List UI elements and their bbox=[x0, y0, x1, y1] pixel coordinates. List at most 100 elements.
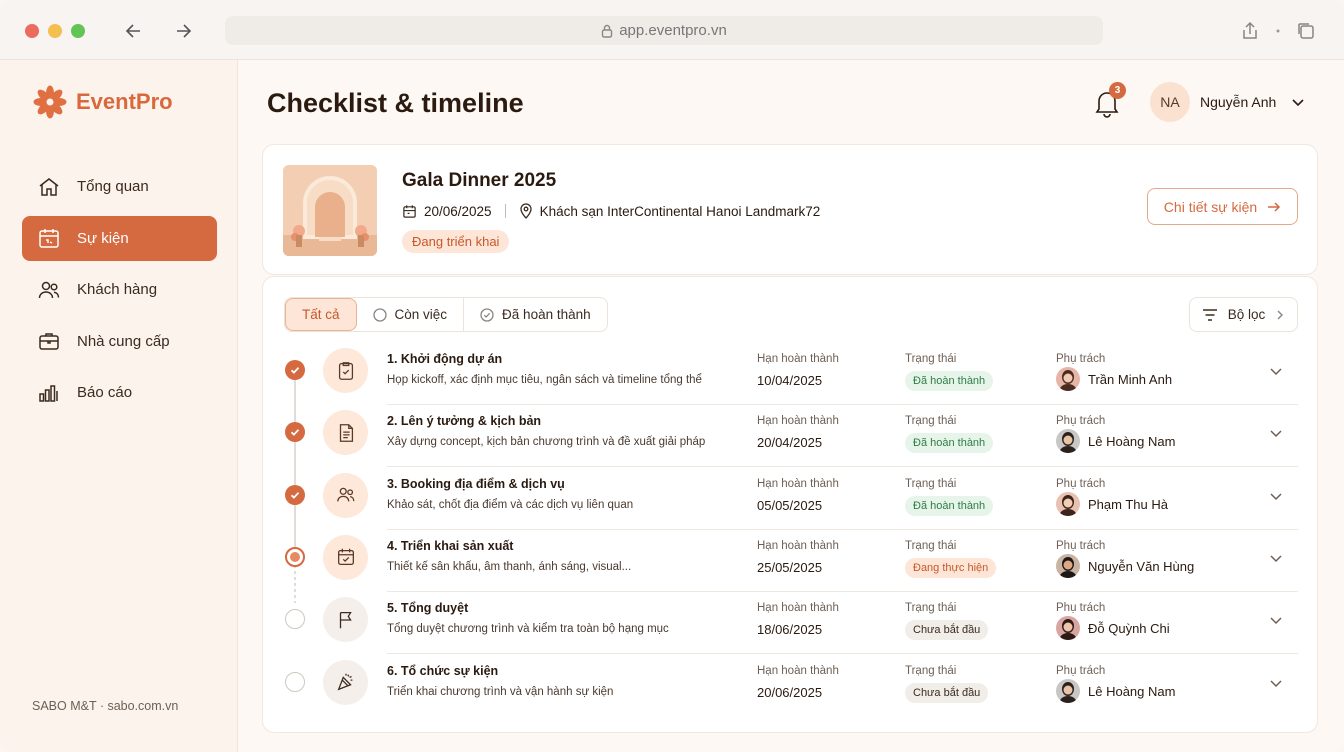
users-icon bbox=[323, 472, 368, 518]
status-label: Trạng thái bbox=[905, 664, 957, 677]
sidebar-item-events[interactable]: Sự kiện bbox=[22, 215, 217, 261]
status-badge: Đã hoàn thành bbox=[905, 495, 994, 516]
task-owner: Đỗ Quỳnh Chi bbox=[1088, 621, 1170, 637]
table-row[interactable]: 4. Triển khai sản xuất Thiết kế sân khấu… bbox=[263, 530, 1319, 592]
due-label: Hạn hoàn thành bbox=[757, 415, 839, 428]
brand-logo[interactable]: EventPro bbox=[32, 84, 173, 120]
event-meta: 20/06/2025 Khách sạn InterContinental Ha… bbox=[402, 203, 820, 219]
due-label: Hạn hoàn thành bbox=[757, 664, 839, 677]
status-badge: Chưa bắt đầu bbox=[905, 620, 989, 641]
task-status-check[interactable] bbox=[285, 422, 305, 443]
status-label: Trạng thái bbox=[905, 539, 957, 552]
status-badge: Đang thực hiện bbox=[905, 557, 997, 578]
due-label: Hạn hoàn thành bbox=[757, 477, 839, 490]
task-title: 6. Tổ chức sự kiện bbox=[387, 663, 499, 678]
minimize-window-button[interactable] bbox=[48, 24, 62, 38]
sidebar-item-label: Khách hàng bbox=[77, 281, 158, 298]
task-status-check[interactable] bbox=[285, 609, 305, 630]
chevron-down-icon[interactable] bbox=[1268, 675, 1284, 691]
sidebar-item-reports[interactable]: Báo cáo bbox=[22, 370, 217, 415]
close-window-button[interactable] bbox=[25, 24, 39, 38]
chevron-down-icon[interactable] bbox=[1290, 94, 1306, 110]
task-due-date: 05/05/2025 bbox=[757, 497, 823, 513]
task-status-check[interactable] bbox=[285, 360, 305, 380]
calendar-check-icon bbox=[323, 534, 368, 580]
chevron-down-icon[interactable] bbox=[1268, 425, 1284, 441]
tab-label: Tất cả bbox=[302, 307, 340, 322]
owner-label: Phụ trách bbox=[1056, 353, 1106, 365]
owner-label: Phụ trách bbox=[1056, 477, 1106, 490]
lock-icon bbox=[602, 24, 613, 38]
event-image bbox=[283, 165, 377, 256]
status-label: Trạng thái bbox=[905, 353, 957, 365]
avatar bbox=[1056, 616, 1080, 641]
task-status-check[interactable] bbox=[285, 484, 305, 505]
filter-label: Bộ lọc bbox=[1227, 307, 1266, 322]
task-description: Thiết kế sân khấu, âm thanh, ánh sáng, v… bbox=[387, 560, 632, 573]
table-row[interactable]: 1. Khởi động dự án Họp kickoff, xác định… bbox=[263, 343, 1319, 405]
calendar-icon bbox=[39, 229, 59, 248]
tab-label: Đã hoàn thành bbox=[502, 307, 591, 322]
filter-button[interactable]: Bộ lọc bbox=[1189, 297, 1298, 332]
sidebar-item-label: Báo cáo bbox=[77, 384, 133, 401]
tab-all[interactable]: Tất cả bbox=[285, 298, 357, 331]
task-status-check[interactable] bbox=[285, 546, 305, 567]
status-badge: Đã hoàn thành bbox=[905, 371, 994, 391]
owner-label: Phụ trách bbox=[1056, 602, 1106, 615]
filter-tabs: Tất cả Còn việc Đã hoàn thành bbox=[284, 297, 608, 332]
document-icon bbox=[323, 410, 368, 456]
circle-icon bbox=[372, 307, 387, 322]
user-name[interactable]: Nguyễn Anh bbox=[1200, 94, 1276, 110]
avatar bbox=[1056, 367, 1080, 391]
filter-lines-icon bbox=[1202, 308, 1217, 321]
status-label: Trạng thái bbox=[905, 602, 957, 615]
task-title: 3. Booking địa điểm & dịch vụ bbox=[387, 476, 565, 491]
chevron-down-icon[interactable] bbox=[1268, 363, 1284, 379]
task-description: Họp kickoff, xác định mục tiêu, ngân sác… bbox=[387, 374, 702, 386]
chevron-right-icon bbox=[1277, 310, 1284, 319]
sidebar-footer: SABO M&T · sabo.com.vn bbox=[32, 699, 179, 713]
share-icon[interactable] bbox=[1237, 18, 1263, 44]
due-label: Hạn hoàn thành bbox=[757, 602, 839, 615]
avatar bbox=[1056, 491, 1080, 516]
table-row[interactable]: 6. Tổ chức sự kiện Triển khai chương trì… bbox=[263, 655, 1319, 717]
task-status-check[interactable] bbox=[285, 671, 305, 692]
avatar bbox=[1056, 553, 1080, 578]
event-detail-button[interactable]: Chi tiết sự kiện bbox=[1147, 188, 1298, 225]
table-row[interactable]: 3. Booking địa điểm & dịch vụ Khảo sát, … bbox=[263, 468, 1319, 530]
chevron-down-icon[interactable] bbox=[1268, 550, 1284, 566]
tab-remaining[interactable]: Còn việc bbox=[357, 298, 465, 331]
forward-arrow-icon[interactable] bbox=[170, 18, 196, 44]
task-owner: Lê Hoàng Nam bbox=[1088, 683, 1176, 699]
sidebar-item-overview[interactable]: Tổng quan bbox=[22, 164, 217, 209]
task-title: 1. Khởi động dự án bbox=[387, 352, 503, 366]
event-title: Gala Dinner 2025 bbox=[402, 170, 557, 191]
url-bar[interactable]: app.eventpro.vn bbox=[225, 16, 1103, 45]
sidebar-item-customers[interactable]: Khách hàng bbox=[22, 267, 217, 312]
due-label: Hạn hoàn thành bbox=[757, 539, 839, 552]
bar-chart-icon bbox=[39, 384, 58, 402]
chevron-down-icon[interactable] bbox=[1268, 488, 1284, 504]
avatar[interactable]: NA bbox=[1150, 82, 1190, 122]
maximize-window-button[interactable] bbox=[71, 24, 85, 38]
back-arrow-icon[interactable] bbox=[121, 18, 147, 44]
task-owner: Phạm Thu Hà bbox=[1088, 496, 1168, 512]
avatar bbox=[1056, 429, 1080, 454]
tab-completed[interactable]: Đã hoàn thành bbox=[464, 298, 607, 331]
task-due-date: 10/04/2025 bbox=[757, 373, 823, 388]
sidebar-item-suppliers[interactable]: Nhà cung cấp bbox=[22, 319, 217, 364]
chevron-down-icon[interactable] bbox=[1268, 612, 1284, 628]
task-due-date: 25/05/2025 bbox=[757, 559, 823, 575]
table-row[interactable]: 2. Lên ý tưởng & kịch bản Xây dựng conce… bbox=[263, 405, 1319, 468]
task-description: Triển khai chương trình và vận hành sự k… bbox=[387, 685, 614, 698]
url-text: app.eventpro.vn bbox=[619, 22, 727, 39]
table-row[interactable]: 5. Tổng duyệt Tổng duyệt chương trình và… bbox=[263, 592, 1319, 655]
avatar bbox=[1056, 678, 1080, 703]
task-description: Khảo sát, chốt địa điểm và các dịch vụ l… bbox=[387, 498, 634, 511]
event-detail-label: Chi tiết sự kiện bbox=[1163, 198, 1258, 215]
location-pin-icon bbox=[519, 203, 532, 219]
tab-label: Còn việc bbox=[394, 307, 448, 322]
tabs-icon[interactable] bbox=[1293, 18, 1319, 44]
status-badge: Đã hoàn thành bbox=[905, 433, 994, 454]
page-title: Checklist & timeline bbox=[267, 88, 524, 118]
